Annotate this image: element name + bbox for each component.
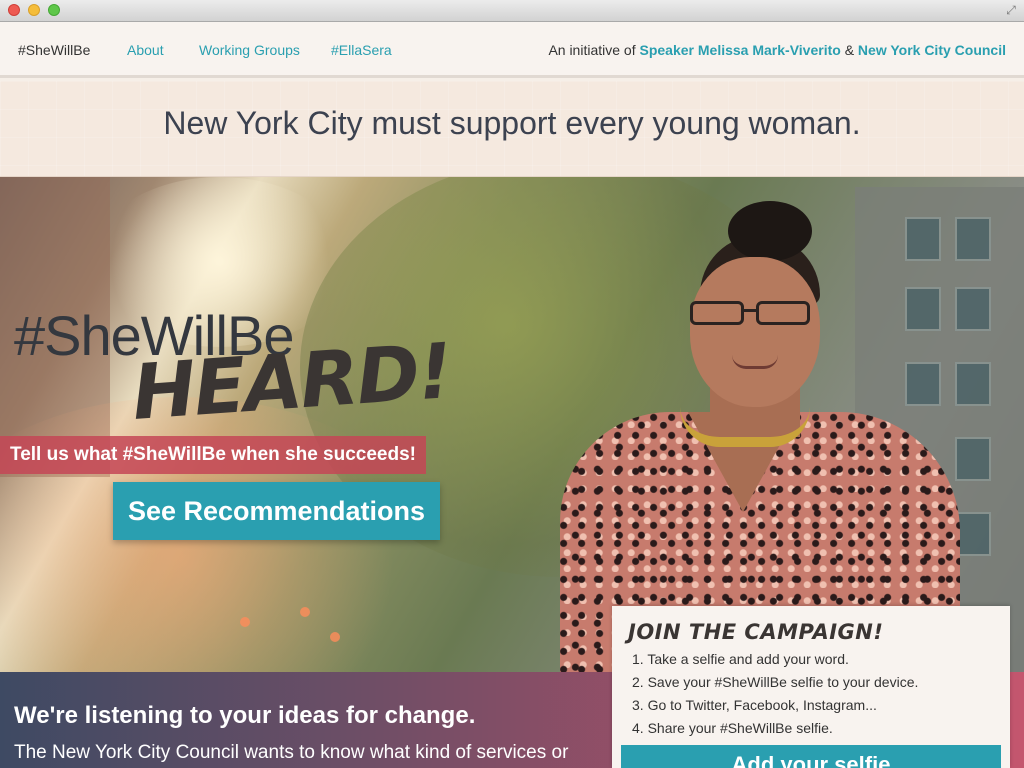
nav-link-about[interactable]: About bbox=[127, 42, 164, 58]
campaign-step: 2. Save your #SheWillBe selfie to your d… bbox=[632, 674, 919, 690]
campaign-step: 3. Go to Twitter, Facebook, Instagram... bbox=[632, 697, 877, 713]
eyeglasses-lens-right bbox=[756, 301, 810, 325]
nav-link-ellasera[interactable]: #EllaSera bbox=[331, 42, 392, 58]
page-tagline: New York City must support every young w… bbox=[163, 105, 861, 141]
brand-link[interactable]: #SheWillBe bbox=[18, 42, 90, 58]
hero-portrait-photo bbox=[540, 197, 980, 672]
window-titlebar: ⤢ bbox=[0, 0, 1024, 22]
hero-banner: #SheWillBe HEARD! Tell us what #SheWillB… bbox=[0, 177, 1024, 672]
portrait-face bbox=[690, 257, 820, 407]
minimize-window-button[interactable] bbox=[28, 4, 40, 16]
listening-heading: We're listening to your ideas for change… bbox=[14, 702, 476, 729]
council-link[interactable]: New York City Council bbox=[858, 42, 1006, 58]
campaign-steps: 1. Take a selfie and add your word. 2. S… bbox=[632, 648, 918, 740]
listening-subtext: The New York City Council wants to know … bbox=[14, 742, 569, 763]
portrait-smile bbox=[732, 355, 778, 369]
street-light bbox=[240, 617, 250, 627]
initiative-credit: An initiative of Speaker Melissa Mark-Vi… bbox=[548, 42, 1006, 58]
add-selfie-button[interactable]: Add your selfie bbox=[621, 745, 1001, 768]
campaign-title: JOIN THE CAMPAIGN! bbox=[628, 620, 884, 644]
close-window-button[interactable] bbox=[8, 4, 20, 16]
eyeglasses-lens-left bbox=[690, 301, 744, 325]
initiative-prefix: An initiative of bbox=[548, 42, 636, 58]
street-light bbox=[300, 607, 310, 617]
eyeglasses bbox=[684, 301, 824, 327]
nav-link-working-groups[interactable]: Working Groups bbox=[199, 42, 300, 58]
join-campaign-card: JOIN THE CAMPAIGN! 1. Take a selfie and … bbox=[612, 606, 1010, 768]
gold-necklace bbox=[680, 407, 810, 447]
street-light bbox=[330, 632, 340, 642]
hero-prompt: Tell us what #SheWillBe when she succeed… bbox=[0, 436, 426, 474]
portrait-hair-bun bbox=[728, 201, 812, 261]
campaign-step: 4. Share your #SheWillBe selfie. bbox=[632, 720, 833, 736]
speaker-link[interactable]: Speaker Melissa Mark-Viverito bbox=[640, 42, 841, 58]
see-recommendations-button[interactable]: See Recommendations bbox=[113, 482, 440, 540]
tagline-band: New York City must support every young w… bbox=[0, 81, 1024, 177]
campaign-step: 1. Take a selfie and add your word. bbox=[632, 651, 849, 667]
ampersand: & bbox=[844, 42, 855, 58]
fullscreen-icon[interactable]: ⤢ bbox=[1004, 3, 1018, 17]
top-nav: #SheWillBe About Working Groups #EllaSer… bbox=[0, 22, 1024, 78]
zoom-window-button[interactable] bbox=[48, 4, 60, 16]
